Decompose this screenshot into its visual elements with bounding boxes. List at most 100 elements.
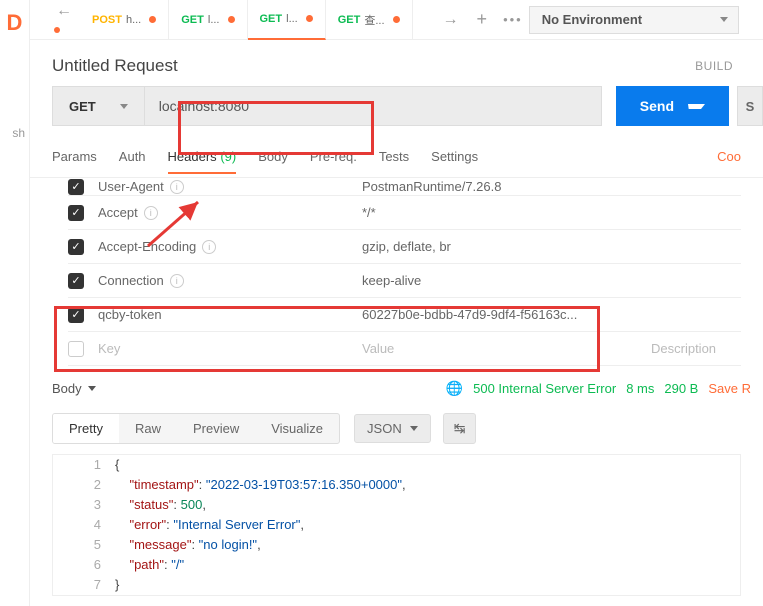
tab-tests[interactable]: Tests — [379, 149, 409, 172]
header-row[interactable]: ✓ User-Agent i PostmanRuntime/7.26.8 — [68, 178, 741, 196]
line-number: 5 — [75, 535, 115, 555]
app-logo: D — [0, 0, 29, 46]
code-line: 1{ — [75, 455, 718, 475]
unsaved-dot-icon — [149, 16, 156, 23]
chevron-down-icon — [120, 104, 128, 109]
unsaved-dot-icon — [306, 15, 313, 22]
code-line: 6 "path": "/" — [75, 555, 718, 575]
method-badge: GET — [338, 14, 361, 26]
tab-params[interactable]: Params — [52, 149, 97, 172]
line-number: 4 — [75, 515, 115, 535]
tab-body[interactable]: Body — [258, 149, 288, 172]
response-time: 8 ms — [626, 381, 654, 396]
header-row[interactable]: ✓ qcby-token 60227b0e-bdbb-47d9-9df4-f5616… — [68, 298, 741, 332]
header-value[interactable]: 60227b0e-bdbb-47d9-9df4-f56163c... — [362, 307, 637, 322]
code-line: 2 "timestamp": "2022-03-19T03:57:16.350+… — [75, 475, 718, 495]
view-raw[interactable]: Raw — [119, 414, 177, 443]
header-key[interactable]: qcby-token — [98, 307, 348, 322]
header-row-new[interactable]: Key Value Description — [68, 332, 741, 366]
line-number: 1 — [75, 455, 115, 475]
method-badge: GET — [260, 13, 283, 25]
checkbox[interactable]: ✓ — [68, 239, 84, 255]
save-response[interactable]: Save R — [708, 381, 751, 396]
info-icon: i — [170, 274, 184, 288]
environment-select[interactable]: No Environment — [529, 6, 739, 34]
save-button[interactable]: S — [737, 86, 763, 126]
response-bar: Body 🌐 500 Internal Server Error 8 ms 29… — [30, 366, 763, 407]
tab-name: l... — [208, 14, 220, 26]
unsaved-dot-icon — [228, 16, 235, 23]
nav-back[interactable]: ← — [48, 2, 80, 38]
view-visualize[interactable]: Visualize — [255, 414, 339, 443]
method-label: GET — [69, 99, 96, 114]
tab-settings[interactable]: Settings — [431, 149, 478, 172]
method-badge: POST — [92, 14, 122, 26]
chevron-down-icon — [410, 426, 418, 431]
chevron-down-icon — [688, 104, 705, 109]
tab-prereq[interactable]: Pre-req. — [310, 149, 357, 172]
header-value[interactable]: PostmanRuntime/7.26.8 — [362, 179, 637, 194]
checkbox[interactable]: ✓ — [68, 205, 84, 221]
info-icon: i — [170, 180, 184, 194]
line-number: 6 — [75, 555, 115, 575]
line-number: 2 — [75, 475, 115, 495]
header-row[interactable]: ✓ Accept i */* — [68, 196, 741, 230]
header-key-input[interactable]: Key — [98, 341, 348, 356]
url-input[interactable]: localhost:8080 — [145, 86, 602, 126]
header-row[interactable]: ✓ Connection i keep-alive — [68, 264, 741, 298]
view-preview[interactable]: Preview — [177, 414, 255, 443]
header-key[interactable]: Accept-Encoding i — [98, 239, 348, 254]
tab-name: h... — [126, 14, 141, 26]
request-tab[interactable]: GETl... — [169, 0, 247, 40]
request-title[interactable]: Untitled Request — [52, 56, 178, 76]
build-link[interactable]: BUILD — [695, 59, 733, 73]
line-number: 3 — [75, 495, 115, 515]
code-line: 4 "error": "Internal Server Error", — [75, 515, 718, 535]
tab-name: 查... — [364, 12, 384, 28]
response-body-tab[interactable]: Body — [52, 381, 96, 396]
send-button[interactable]: Send — [616, 86, 729, 126]
header-desc-input[interactable]: Description — [651, 341, 741, 356]
header-row[interactable]: ✓ Accept-Encoding i gzip, deflate, br — [68, 230, 741, 264]
response-size: 290 B — [664, 381, 698, 396]
environment-label: No Environment — [542, 12, 642, 27]
checkbox[interactable]: ✓ — [68, 307, 84, 323]
info-icon: i — [144, 206, 158, 220]
tab-overflow[interactable]: ••• — [497, 12, 529, 27]
tab-bar: ← POSTh...GETl...GETl...GET查... → + ••• … — [30, 0, 763, 40]
chevron-down-icon — [720, 17, 728, 22]
line-number: 7 — [75, 575, 115, 595]
tab-auth[interactable]: Auth — [119, 149, 146, 172]
response-status: 500 Internal Server Error — [473, 381, 616, 396]
wrap-lines-button[interactable]: ↹ — [443, 413, 477, 444]
request-tab[interactable]: GET查... — [326, 0, 413, 40]
tab-name: l... — [286, 13, 298, 25]
tab-headers[interactable]: Headers (9) — [168, 149, 237, 174]
code-line: 5 "message": "no login!", — [75, 535, 718, 555]
request-tab[interactable]: POST h... — [80, 0, 169, 40]
nav-forward[interactable]: → — [435, 11, 467, 29]
sidebar-fragment: sh — [0, 46, 29, 140]
new-tab-button[interactable]: + — [467, 9, 498, 30]
method-select[interactable]: GET — [52, 86, 145, 126]
checkbox[interactable]: ✓ — [68, 273, 84, 289]
header-key[interactable]: Connection i — [98, 273, 348, 288]
cookies-link[interactable]: Coo — [717, 149, 741, 172]
view-pretty[interactable]: Pretty — [53, 414, 119, 443]
header-value[interactable]: gzip, deflate, br — [362, 239, 637, 254]
header-key[interactable]: Accept i — [98, 205, 348, 220]
checkbox[interactable] — [68, 341, 84, 357]
info-icon: i — [202, 240, 216, 254]
response-view-bar: Pretty Raw Preview Visualize JSON ↹ — [30, 407, 763, 454]
response-lang-select[interactable]: JSON — [354, 414, 431, 443]
header-value[interactable]: keep-alive — [362, 273, 637, 288]
header-key[interactable]: User-Agent i — [98, 179, 348, 194]
response-body[interactable]: 1{2 "timestamp": "2022-03-19T03:57:16.35… — [52, 454, 741, 596]
request-tab[interactable]: GETl... — [248, 0, 326, 40]
headers-table: ✓ User-Agent i PostmanRuntime/7.26.8 ✓ Accep… — [30, 178, 763, 366]
unsaved-dot-icon — [393, 16, 400, 23]
globe-icon[interactable]: 🌐 — [446, 380, 463, 397]
checkbox[interactable]: ✓ — [68, 179, 84, 195]
header-value-input[interactable]: Value — [362, 341, 637, 356]
header-value[interactable]: */* — [362, 205, 637, 220]
